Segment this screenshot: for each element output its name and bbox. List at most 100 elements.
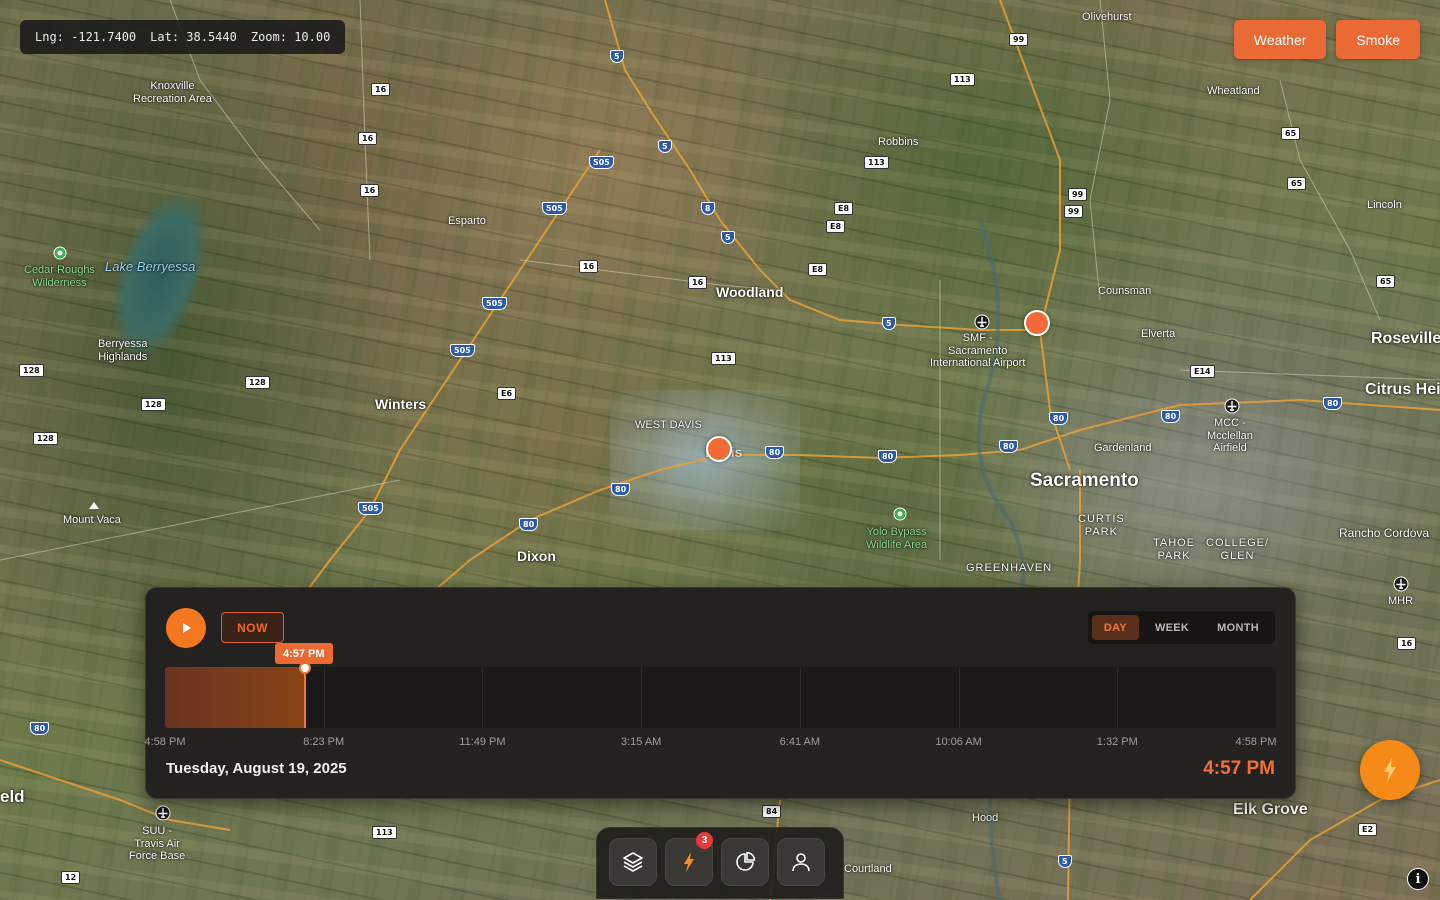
fire-marker[interactable] [1024, 310, 1050, 336]
route-shield: 5 [1058, 855, 1072, 868]
place-winters: Winters [375, 396, 427, 412]
place-woodland: Woodland [716, 284, 784, 300]
place-cedar-roughs: Cedar Roughs Wilderness [24, 264, 95, 289]
route-shield: 80 [519, 518, 539, 531]
route-shield: 505 [542, 202, 567, 215]
airport-icon [1224, 398, 1240, 414]
range-tab-month[interactable]: MONTH [1205, 615, 1271, 640]
route-shield: 113 [864, 156, 889, 169]
layer-toggle-buttons: Weather Smoke [1233, 20, 1420, 59]
route-shield: 505 [482, 297, 507, 310]
route-shield: 113 [950, 73, 975, 86]
timeline-tick-label: 6:41 AM [779, 736, 821, 748]
route-shield: 5 [658, 140, 672, 153]
route-shield: 16 [688, 276, 708, 289]
route-shield: 113 [711, 352, 736, 365]
route-shield: 84 [762, 805, 782, 818]
route-shield: 80 [1161, 410, 1181, 423]
route-shield: 80 [30, 722, 50, 735]
current-time: 4:57 PM [1203, 758, 1275, 779]
route-shield: 5 [610, 50, 624, 63]
route-shield: 8 [701, 202, 715, 215]
place-elk-grove: Elk Grove [1233, 801, 1308, 818]
place-gardenland: Gardenland [1094, 442, 1152, 454]
route-shield: 128 [19, 364, 44, 377]
route-shield: 505 [589, 156, 614, 169]
route-shield: 16 [358, 132, 378, 145]
weather-button[interactable]: Weather [1233, 20, 1327, 59]
airport-icon [1393, 576, 1409, 592]
report-fire-button[interactable] [1360, 740, 1420, 800]
place-robbins: Robbins [878, 136, 919, 148]
place-esparto: Esparto [448, 215, 486, 227]
analytics-button[interactable] [721, 838, 769, 886]
route-shield: E8 [808, 263, 828, 276]
timeline-elapsed-fill [165, 667, 305, 728]
smoke-button[interactable]: Smoke [1336, 20, 1420, 59]
place-counsman: Counsman [1098, 285, 1152, 297]
fires-button[interactable]: 3 [665, 832, 713, 886]
place-travis-afb: SUU - Travis Air Force Base [129, 825, 186, 863]
route-shield: 128 [141, 398, 166, 411]
route-shield: 80 [765, 446, 785, 459]
route-shield: 80 [1323, 397, 1343, 410]
place-mcclellan: MCC - Mcclellan Airfield [1207, 417, 1253, 455]
timeline-cursor-label: 4:57 PM [274, 643, 333, 664]
range-tab-week[interactable]: WEEK [1143, 615, 1201, 640]
current-date: Tuesday, August 19, 2025 [166, 760, 347, 777]
fire-icon [684, 852, 694, 872]
place-college-glen: COLLEGE/ GLEN [1206, 537, 1270, 562]
route-shield: 505 [450, 344, 475, 357]
route-shield: E6 [497, 387, 517, 400]
timeline-tick-label: 10:06 AM [935, 736, 982, 748]
info-icon[interactable]: i [1407, 868, 1429, 890]
now-button[interactable]: NOW [221, 612, 284, 643]
place-yolo-bypass: Yolo Bypass Wildlife Area [866, 526, 928, 551]
route-shield: 128 [245, 376, 270, 389]
zoom-readout: Zoom: 10.00 [250, 30, 331, 44]
route-shield: 99 [1009, 33, 1029, 46]
place-berryessa-highlands: Berryessa Highlands [98, 338, 148, 363]
timeline-cursor-line [303, 667, 306, 728]
place-citrus-heights: Citrus Hei [1365, 381, 1440, 398]
layers-icon [623, 852, 643, 872]
chart-icon [736, 851, 756, 871]
place-lincoln: Lincoln [1367, 199, 1402, 211]
timeline-tick-label: 4:58 PM [1235, 736, 1277, 748]
mountain-icon [89, 502, 99, 509]
layers-button[interactable] [609, 838, 657, 886]
place-smf-airport: SMF - Sacramento International Airport [930, 332, 1026, 370]
park-icon [893, 507, 907, 521]
timeline-divider [799, 667, 801, 728]
profile-button[interactable] [777, 838, 825, 886]
place-dixon: Dixon [517, 548, 556, 564]
route-shield: E8 [834, 202, 854, 215]
airport-icon [974, 314, 990, 330]
range-tab-day[interactable]: DAY [1091, 615, 1139, 640]
route-shield: 80 [611, 483, 631, 496]
timeline-tick-label: 1:32 PM [1096, 736, 1138, 748]
route-shield: 99 [1064, 205, 1084, 218]
timeline-tick-label: 11:49 PM [459, 736, 506, 748]
airport-icon [155, 805, 171, 821]
timeline-divider [641, 667, 643, 728]
place-tahoe-park: TAHOE PARK [1153, 537, 1196, 562]
route-shield: 80 [999, 440, 1019, 453]
place-knoxville: Knoxville Recreation Area [133, 80, 212, 105]
play-icon [183, 623, 191, 633]
place-elverta: Elverta [1141, 328, 1176, 340]
route-shield: 16 [579, 260, 599, 273]
fire-marker[interactable] [706, 436, 732, 462]
latitude-readout: Lat: 38.5440 [150, 30, 237, 44]
place-roseville: Roseville [1371, 330, 1440, 347]
map-coordinates: Lng: -121.7400 Lat: 38.5440 Zoom: 10.00 [20, 20, 346, 54]
timeline-divider [1117, 667, 1119, 728]
timeline-track[interactable] [165, 667, 1276, 728]
user-icon [792, 853, 810, 872]
place-lake-berryessa: Lake Berryessa [105, 259, 196, 274]
route-shield: E14 [1190, 365, 1215, 378]
route-shield: 128 [33, 432, 58, 445]
range-selector: DAY WEEK MONTH [1087, 611, 1275, 644]
timeline-panel: NOW DAY WEEK MONTH 4:57 PM 4:58 PM 8:23 P… [145, 587, 1296, 799]
play-button[interactable] [166, 608, 206, 648]
